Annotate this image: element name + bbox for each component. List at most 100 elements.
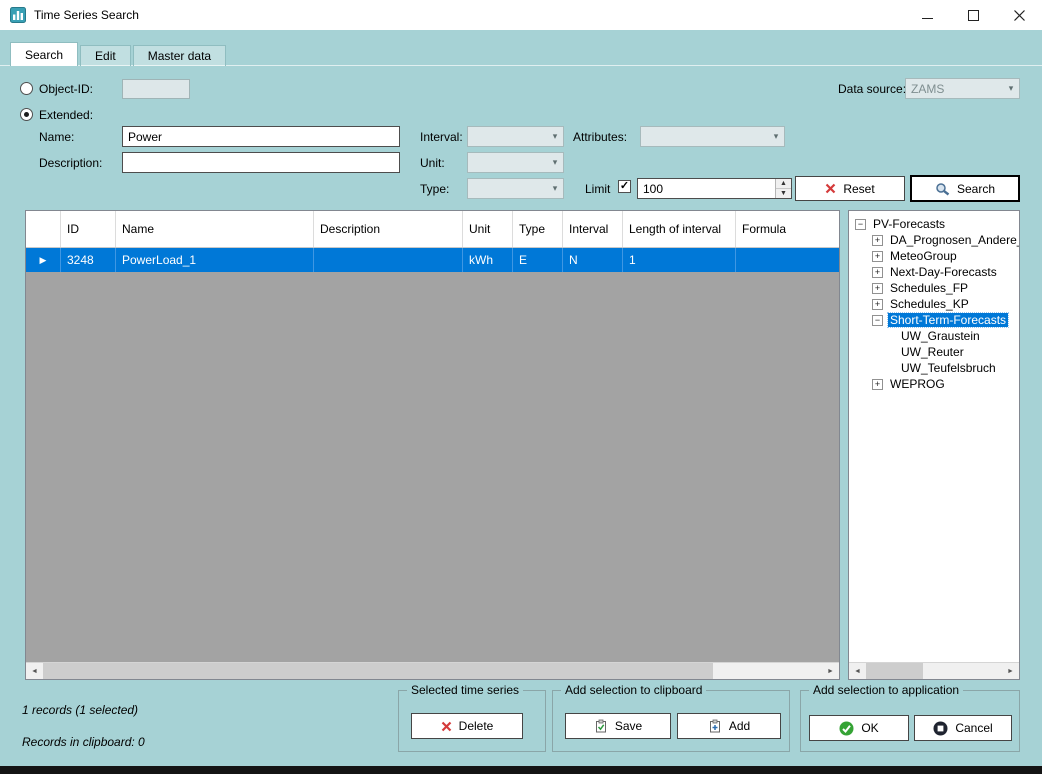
tree-item-label: DA_Prognosen_Andere_ [888, 233, 1020, 247]
scroll-thumb[interactable] [43, 663, 713, 679]
tree-item-pv-forecasts[interactable]: − PV-Forecasts [849, 216, 1019, 232]
expand-icon[interactable]: + [872, 283, 883, 294]
clipboard-count-text: Records in clipboard: 0 [22, 735, 145, 749]
scroll-right-icon[interactable]: ► [1002, 663, 1019, 679]
tree-item-label: Next-Day-Forecasts [888, 265, 999, 279]
column-header-type[interactable]: Type [513, 211, 563, 247]
tab-search[interactable]: Search [10, 42, 78, 66]
add-button[interactable]: Add [677, 713, 781, 739]
search-button-label: Search [957, 182, 995, 196]
tree-item-label: MeteoGroup [888, 249, 959, 263]
name-input[interactable]: Power [122, 126, 400, 147]
cell-description [314, 248, 463, 272]
stop-circle-icon [933, 721, 948, 736]
tree-item-next-day-forecasts[interactable]: + Next-Day-Forecasts [849, 264, 1019, 280]
column-header-selector[interactable] [26, 211, 61, 247]
collapse-icon[interactable]: − [855, 219, 866, 230]
tree-horizontal-scrollbar[interactable]: ◄ ► [849, 662, 1019, 679]
limit-input[interactable]: 100 ▲ ▼ [637, 178, 792, 199]
scroll-thumb[interactable] [866, 663, 923, 679]
column-header-interval[interactable]: Interval [563, 211, 623, 247]
minimize-button[interactable] [904, 0, 950, 30]
chevron-down-icon: ▾ [547, 131, 563, 142]
scroll-left-icon[interactable]: ◄ [26, 663, 43, 679]
tree-item-uw-teufelsbruch[interactable]: UW_Teufelsbruch [849, 360, 1019, 376]
description-input[interactable] [122, 152, 400, 173]
column-header-name[interactable]: Name [116, 211, 314, 247]
tab-master-data-label: Master data [148, 49, 211, 63]
spin-down-icon[interactable]: ▼ [776, 189, 791, 198]
cell-unit: kWh [463, 248, 513, 272]
attributes-label: Attributes: [573, 130, 627, 144]
reset-button[interactable]: Reset [795, 176, 905, 201]
tree-item-label: WEPROG [888, 377, 947, 391]
close-button[interactable] [996, 0, 1042, 30]
extended-label: Extended: [39, 108, 93, 122]
expand-icon[interactable]: + [872, 379, 883, 390]
extended-radio[interactable] [20, 108, 33, 121]
red-x-icon [825, 183, 836, 194]
clipboard-check-icon [594, 719, 608, 733]
column-header-unit[interactable]: Unit [463, 211, 513, 247]
ok-button-label: OK [861, 721, 878, 735]
unit-dropdown: ▾ [467, 152, 564, 173]
scroll-right-icon[interactable]: ► [822, 663, 839, 679]
search-button[interactable]: Search [910, 175, 1020, 202]
tab-strip: Search Edit Master data [10, 42, 228, 66]
tree-item-uw-reuter[interactable]: UW_Reuter [849, 344, 1019, 360]
column-header-description[interactable]: Description [314, 211, 463, 247]
tree-item-schedules-fp[interactable]: + Schedules_FP [849, 280, 1019, 296]
app-icon [10, 7, 26, 23]
chevron-down-icon: ▾ [547, 183, 563, 194]
column-header-length-of-interval[interactable]: Length of interval [623, 211, 736, 247]
unit-label: Unit: [420, 156, 445, 170]
expand-icon[interactable]: + [872, 299, 883, 310]
description-label: Description: [39, 156, 102, 170]
cell-interval: N [563, 248, 623, 272]
tree-item-short-term-forecasts[interactable]: − Short-Term-Forecasts [849, 312, 1019, 328]
scroll-track[interactable] [866, 663, 1002, 679]
scroll-track[interactable] [43, 663, 822, 679]
limit-checkbox[interactable]: ✓ [618, 180, 631, 193]
table-row[interactable]: ▶ 3248 PowerLoad_1 kWh E N 1 [26, 248, 839, 272]
type-label: Type: [420, 182, 449, 196]
column-header-formula[interactable]: Formula [736, 211, 839, 247]
save-button[interactable]: Save [565, 713, 671, 739]
delete-button[interactable]: Delete [411, 713, 523, 739]
tree-item-uw-graustein[interactable]: UW_Graustein [849, 328, 1019, 344]
tree-item-meteogroup[interactable]: + MeteoGroup [849, 248, 1019, 264]
selected-time-series-group-title: Selected time series [407, 683, 523, 697]
object-id-radio[interactable] [20, 82, 33, 95]
cell-length-of-interval: 1 [623, 248, 736, 272]
check-icon: ✓ [620, 181, 629, 192]
spin-up-icon[interactable]: ▲ [776, 179, 791, 189]
cell-type: E [513, 248, 563, 272]
expand-icon[interactable]: + [872, 235, 883, 246]
table-horizontal-scrollbar[interactable]: ◄ ► [26, 662, 839, 679]
cell-id: 3248 [61, 248, 116, 272]
tree-item-weprog[interactable]: + WEPROG [849, 376, 1019, 392]
column-header-id[interactable]: ID [61, 211, 116, 247]
expand-icon[interactable]: + [872, 251, 883, 262]
tab-search-label: Search [25, 48, 63, 62]
cell-formula [736, 248, 839, 272]
tree-item-da-prognosen[interactable]: + DA_Prognosen_Andere_ [849, 232, 1019, 248]
scroll-left-icon[interactable]: ◄ [849, 663, 866, 679]
name-value: Power [128, 130, 162, 144]
tab-edit[interactable]: Edit [80, 45, 131, 66]
table-header: ID Name Description Unit Type Interval L… [26, 211, 839, 248]
ok-button[interactable]: OK [809, 715, 909, 741]
tree-item-schedules-kp[interactable]: + Schedules_KP [849, 296, 1019, 312]
tab-master-data[interactable]: Master data [133, 45, 226, 66]
cancel-button-label: Cancel [955, 721, 992, 735]
cancel-button[interactable]: Cancel [914, 715, 1012, 741]
row-marker-icon: ▶ [40, 255, 47, 266]
maximize-button[interactable] [950, 0, 996, 30]
dialog-body: Search Edit Master data Object-ID: Data … [0, 30, 1042, 766]
collapse-icon[interactable]: − [872, 315, 883, 326]
time-series-search-window: Time Series Search Search Edit Master da… [0, 0, 1042, 774]
green-check-circle-icon [839, 721, 854, 736]
expand-icon[interactable]: + [872, 267, 883, 278]
type-dropdown: ▾ [467, 178, 564, 199]
data-source-dropdown: ZAMS ▾ [905, 78, 1020, 99]
